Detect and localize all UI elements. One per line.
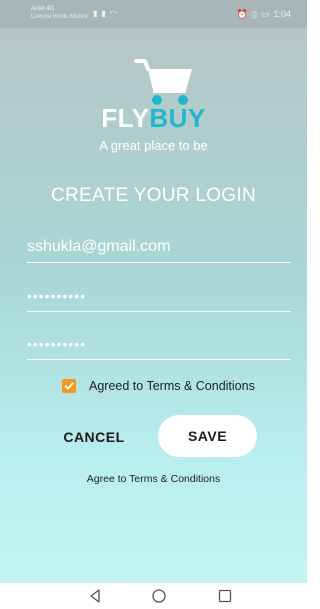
signal-icon: ▮ <box>101 9 110 18</box>
terms-link[interactable]: Agree to Terms & Conditions <box>0 473 307 485</box>
carrier-info: Airtel 4G Cellone BSNL Mobile <box>31 5 88 21</box>
page-title: CREATE YOUR LOGIN <box>51 185 256 206</box>
carrier-line-1: Airtel 4G <box>31 6 55 12</box>
password-input[interactable] <box>27 281 291 311</box>
brand-part-buy: BUY <box>149 103 206 133</box>
brand-name: FLYBUY <box>0 103 307 134</box>
wifi-icon: ◠ <box>109 9 121 18</box>
status-right: ⏰ ▯ ▭ 1:04 <box>237 9 291 20</box>
status-time: 1:04 <box>273 9 291 19</box>
battery-icon: ▭ <box>260 9 270 19</box>
back-icon[interactable] <box>87 588 103 604</box>
email-field[interactable] <box>27 232 291 263</box>
alarm-icon: ⏰ <box>236 9 248 19</box>
tagline: A great place to be <box>99 138 208 153</box>
status-bar: Airtel 4G Cellone BSNL Mobile ▮▮◠ ⏰ ▯ ▭ 1:0… <box>0 0 307 28</box>
email-input[interactable] <box>27 232 291 262</box>
confirm-password-input[interactable] <box>27 329 291 359</box>
shopping-cart-icon <box>134 59 192 105</box>
password-field[interactable] <box>27 281 291 312</box>
cancel-button[interactable]: CANCEL <box>48 420 140 454</box>
terms-row: Agreed to Terms & Conditions <box>62 377 255 395</box>
save-button[interactable]: SAVE <box>158 415 257 457</box>
recent-apps-icon[interactable] <box>217 588 233 604</box>
terms-checkbox[interactable] <box>62 379 76 393</box>
confirm-password-field[interactable] <box>27 329 291 360</box>
carrier-line-2: Cellone BSNL Mobile <box>31 14 88 20</box>
vibrate-icon: ▯ <box>252 9 257 19</box>
checkmark-icon <box>64 382 74 390</box>
terms-label: Agreed to Terms & Conditions <box>89 379 255 393</box>
home-icon[interactable] <box>151 588 167 604</box>
navigation-bar <box>0 583 307 609</box>
signup-screen: Airtel 4G Cellone BSNL Mobile ▮▮◠ ⏰ ▯ ▭ 1:0… <box>0 0 307 609</box>
brand-part-fly: FLY <box>101 103 150 133</box>
signal-icons: ▮▮◠ <box>93 9 121 18</box>
